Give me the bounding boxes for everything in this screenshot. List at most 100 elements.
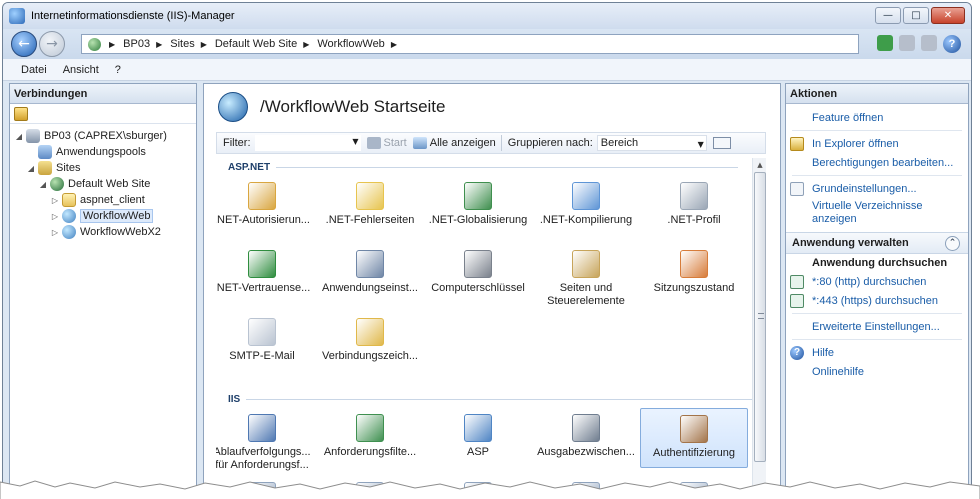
expand-toggle-icon[interactable]: ◢ [26,164,36,173]
home-icon[interactable] [921,35,937,51]
chevron-right-icon[interactable]: ▶ [156,40,162,49]
tree-item[interactable]: ◢ BP03 (CAPREX\sburger) [10,128,196,144]
group-header[interactable]: ASP.NET [228,162,739,173]
action-help[interactable]: ? Hilfe [786,343,968,362]
feature-item[interactable]: Anwendungseinst... [316,244,424,304]
close-button[interactable]: ✕ [931,7,965,24]
feature-item[interactable]: SMTP-E-Mail [216,312,316,372]
show-all-button[interactable]: Alle anzeigen [412,137,496,149]
menu-bar: Datei Ansicht ? [3,59,971,81]
browse-icon [790,293,804,308]
breadcrumb-item-default-web-site[interactable]: Default Web Site [215,38,297,50]
feature-item[interactable]: Ausgabezwischen... [532,408,640,468]
expand-toggle-icon[interactable]: ▷ [50,228,60,237]
tree-item[interactable]: ▷ aspnet_client [10,192,196,208]
feature-item[interactable]: Verbindungszeich... [316,312,424,372]
menu-help[interactable]: ? [115,64,121,76]
vertical-scrollbar[interactable]: ▲ [752,158,766,490]
action-explore[interactable]: In Explorer öffnen [786,134,968,153]
scroll-up-arrow-icon[interactable]: ▲ [753,158,767,172]
action-advanced-settings[interactable]: Erweiterte Einstellungen... [786,317,968,336]
machine-key-icon [464,250,492,278]
action-edit-permissions[interactable]: Berechtigungen bearbeiten... [786,153,968,172]
chevron-right-icon[interactable]: ▶ [391,40,397,49]
menu-view[interactable]: Ansicht [63,64,99,76]
expand-toggle-icon[interactable]: ▷ [50,196,60,205]
group-header[interactable]: IIS [228,394,753,405]
feature-label: .NET-Autorisierun... [216,214,310,226]
tree-item[interactable]: ◢ Sites [10,160,196,176]
action-browse-http[interactable]: *:80 (http) durchsuchen [786,272,968,291]
address-bar[interactable]: ▶ BP03 ▶ Sites ▶ Default Web Site ▶ Work… [81,34,859,54]
tree-item-label: Sites [56,162,81,174]
tree-item[interactable]: ▷ WorkflowWeb [10,208,196,224]
expand-toggle-icon[interactable]: ▷ [50,212,60,221]
group-by-select[interactable]: Bereich ▼ [596,135,707,152]
feature-item[interactable]: .NET-Vertrauense... [216,244,316,304]
forward-button[interactable]: → [39,31,65,57]
browse-application-heading: Anwendung durchsuchen [812,257,948,269]
action-view-virtual-directories[interactable]: Virtuelle Verzeichnisse anzeigen [786,198,968,228]
chevron-down-icon[interactable]: ▼ [698,138,704,152]
expand-toggle-icon[interactable]: ◢ [38,180,48,189]
title-bar: Internetinformationsdienste (IIS)-Manage… [3,3,971,29]
manage-application-header[interactable]: Anwendung verwalten ⌃ [786,232,968,254]
tree-item[interactable]: ◢ Default Web Site [10,176,196,192]
feature-item[interactable]: .NET-Kompilierung [532,176,640,236]
feature-item[interactable]: .NET-Profil [640,176,748,236]
chevron-down-icon[interactable]: ▼ [352,137,358,146]
show-all-label: Alle anzeigen [429,137,496,149]
expand-toggle-icon[interactable]: ◢ [14,132,24,141]
maximize-button[interactable]: □ [903,7,929,24]
torn-edge-decoration [0,480,980,499]
stop-icon[interactable] [899,35,915,51]
action-online-help[interactable]: Onlinehilfe [786,362,968,381]
feature-item[interactable]: ASP [424,408,532,468]
web-app-icon [62,225,76,239]
feature-item[interactable]: Ablaufverfolgungs... für Anforderungsf..… [216,408,316,471]
action-open-feature[interactable]: Feature öffnen [786,108,968,127]
action-label: Erweiterte Einstellungen... [812,320,940,333]
nav-tools: ? [877,35,961,53]
feature-item[interactable]: Authentifizierung [640,408,748,468]
connection-strings-icon [356,318,384,346]
start-button[interactable]: Start [366,137,407,149]
pages-controls-icon [572,250,600,278]
scroll-thumb[interactable] [754,172,766,462]
action-label: Hilfe [812,346,835,359]
refresh-icon[interactable] [877,35,893,51]
request-filtering-icon [356,414,384,442]
smtp-icon [248,318,276,346]
features-view: ASP.NET .NET-Autorisierun... .NET-Fehlerse… [216,158,756,490]
action-label: Feature öffnen [812,111,884,124]
filter-input[interactable]: ▼ [254,135,361,151]
action-label: *:80 (http) durchsuchen [812,275,927,288]
feature-item[interactable]: .NET-Fehlerseiten [316,176,424,236]
chevron-right-icon: ▶ [109,39,116,49]
action-basic-settings[interactable]: Grundeinstellungen... [786,179,968,198]
breadcrumb: BP03 ▶ Sites ▶ Default Web Site ▶ Workfl… [123,38,405,50]
feature-item[interactable]: .NET-Autorisierun... [216,176,316,236]
breadcrumb-item-workflowweb[interactable]: WorkflowWeb [317,38,384,50]
chevron-right-icon[interactable]: ▶ [201,40,207,49]
help-icon[interactable]: ? [943,35,961,53]
connect-icon[interactable] [14,106,28,121]
breadcrumb-item-sites[interactable]: Sites [170,38,194,50]
minimize-button[interactable]: — [875,7,901,24]
breadcrumb-item-bp03[interactable]: BP03 [123,38,150,50]
feature-item[interactable]: Sitzungszustand [640,244,748,304]
feature-item[interactable]: .NET-Globalisierung [424,176,532,236]
action-browse-https[interactable]: *:443 (https) durchsuchen [786,291,968,310]
feature-item[interactable]: Anforderungsfilte... [316,408,424,468]
window-controls: — □ ✕ [875,7,965,24]
tree-item[interactable]: Anwendungspools [10,144,196,160]
feature-label: .NET-Globalisierung [428,214,528,226]
feature-item[interactable]: Computerschlüssel [424,244,532,304]
chevron-right-icon[interactable]: ▶ [303,40,309,49]
collapse-chevron-up-icon[interactable]: ⌃ [945,235,960,251]
back-button[interactable]: ← [11,31,37,57]
feature-item[interactable]: Seiten und Steuerelemente [532,244,640,307]
view-mode-button[interactable] [712,137,731,149]
tree-item[interactable]: ▷ WorkflowWebX2 [10,224,196,240]
menu-file[interactable]: Datei [21,64,47,76]
